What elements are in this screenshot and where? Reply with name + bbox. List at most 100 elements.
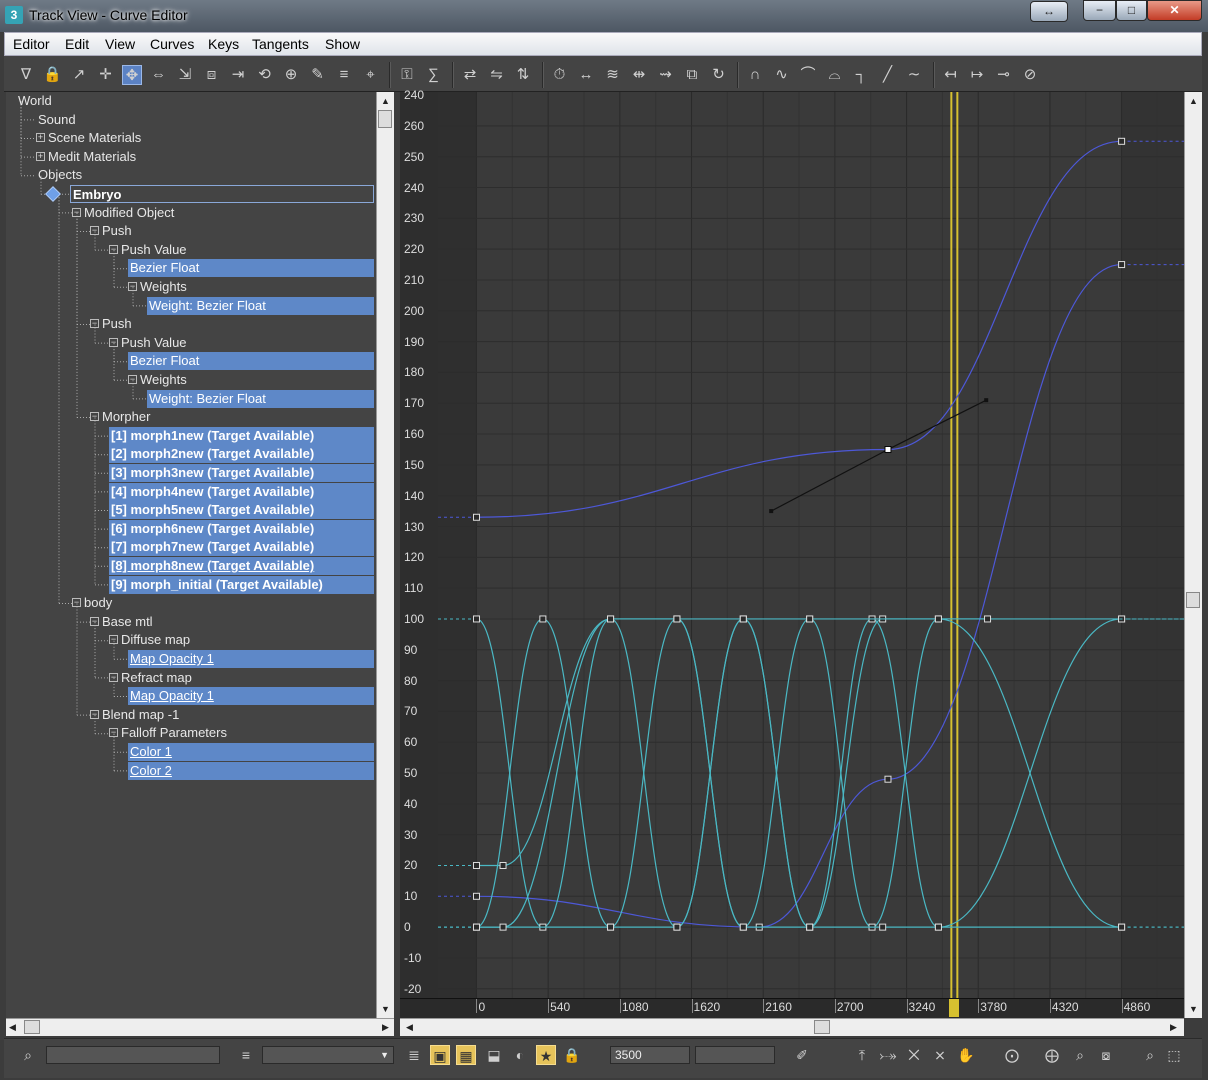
loop-icon[interactable]: ↻: [709, 65, 729, 85]
maximize-button[interactable]: □: [1116, 0, 1147, 21]
tree-item[interactable]: Weight: Bezier Float: [147, 296, 374, 315]
menu-show[interactable]: Show: [325, 36, 360, 52]
tree-item[interactable]: World: [16, 92, 52, 110]
tree-item[interactable]: Push Value: [119, 241, 187, 259]
menu-curves[interactable]: Curves: [150, 36, 194, 52]
expand-toggle-icon[interactable]: −: [72, 207, 81, 217]
pin-icon[interactable]: ★: [536, 1045, 556, 1065]
tree-item[interactable]: Weight: Bezier Float: [147, 389, 374, 408]
slide-keys-icon[interactable]: ✥: [122, 65, 142, 85]
scale-keys-icon[interactable]: ⇔: [149, 65, 169, 85]
expand-toggle-icon[interactable]: +: [36, 151, 45, 161]
tree-item[interactable]: Scene Materials: [46, 129, 141, 147]
tree-vertical-scrollbar[interactable]: ▲ ▼: [376, 92, 394, 1018]
tangent-spline-icon[interactable]: ∿: [772, 65, 792, 85]
frame-horizontal-icon[interactable]: ⤐: [878, 1045, 898, 1065]
layer-icon[interactable]: ⬓: [484, 1045, 504, 1065]
region-icon[interactable]: ⧈: [202, 65, 222, 85]
tree-item[interactable]: [7] morph7new (Target Available): [109, 538, 374, 557]
expand-toggle-icon[interactable]: −: [90, 709, 99, 719]
tangent-smooth-icon[interactable]: ∼: [904, 65, 924, 85]
tree-item[interactable]: [5] morph5new (Target Available): [109, 501, 374, 520]
time-marker[interactable]: [949, 999, 960, 1017]
retime-icon[interactable]: ⇥: [228, 65, 248, 85]
expand-toggle-icon[interactable]: −: [90, 616, 99, 626]
lock-icon[interactable]: 🔒: [43, 65, 63, 85]
tree-item[interactable]: [8] morph8new (Target Available): [109, 557, 374, 575]
tree-item[interactable]: Diffuse map: [119, 631, 190, 649]
graph-hscroll-thumb[interactable]: [814, 1020, 830, 1034]
highlight-icon[interactable]: ▣: [430, 1045, 450, 1065]
zoom-icon[interactable]: ⌕: [1070, 1045, 1090, 1065]
tree-horizontal-scrollbar[interactable]: ◀ ▶: [6, 1018, 394, 1036]
zoom-extents-icon[interactable]: ⨀: [1002, 1045, 1022, 1065]
tree-item[interactable]: Falloff Parameters: [119, 724, 227, 742]
filter-dropdown[interactable]: ▼: [262, 1046, 394, 1064]
scroll-up-icon[interactable]: ▲: [1189, 96, 1198, 106]
scroll-down-icon[interactable]: ▼: [1189, 1004, 1198, 1014]
graph-horizontal-scrollbar[interactable]: ◀ ▶: [400, 1018, 1184, 1036]
expand-toggle-icon[interactable]: −: [109, 728, 118, 738]
flip-icon[interactable]: ⇅: [513, 65, 533, 85]
tree-item[interactable]: [3] morph3new (Target Available): [109, 464, 374, 482]
select-icon[interactable]: ↗: [69, 65, 89, 85]
curve-plot[interactable]: [400, 92, 1184, 998]
mirror-icon[interactable]: ⇋: [487, 65, 507, 85]
expand-toggle-icon[interactable]: −: [109, 244, 118, 254]
tree-item[interactable]: Bezier Float: [128, 352, 374, 371]
curve-before-icon[interactable]: ↤: [941, 65, 961, 85]
zoom-region2-icon[interactable]: ⧇: [1096, 1045, 1116, 1065]
tree-item[interactable]: Modified Object: [82, 204, 174, 222]
expand-toggle-icon[interactable]: −: [128, 282, 137, 291]
key-mode-icon[interactable]: ▦: [456, 1045, 476, 1065]
lock-icon[interactable]: 🔒: [562, 1045, 582, 1065]
graph-vertical-scrollbar[interactable]: ▲ ▼: [1184, 92, 1202, 1018]
reduce-keys-icon[interactable]: ≡: [334, 65, 354, 85]
tree-item[interactable]: Map Opacity 1: [128, 687, 374, 706]
tree-item[interactable]: [6] morph6new (Target Available): [109, 519, 374, 538]
expand-toggle-icon[interactable]: −: [128, 375, 137, 384]
zoom-icon[interactable]: ⌕: [1140, 1045, 1160, 1065]
bounds-icon[interactable]: ⧉: [682, 65, 702, 85]
range-icon[interactable]: ↔: [576, 65, 596, 85]
key-filter-icon[interactable]: ✐: [792, 1045, 812, 1065]
lock-selection-icon[interactable]: ⚿: [397, 65, 417, 85]
snap-frames-icon[interactable]: ◐: [510, 1045, 530, 1065]
close-button[interactable]: ✕: [1147, 0, 1202, 21]
tree-item[interactable]: Push: [100, 222, 132, 240]
tree-item[interactable]: Base mtl: [100, 613, 153, 631]
expand-toggle-icon[interactable]: −: [109, 337, 118, 347]
curve-lock-icon[interactable]: ⊘: [1020, 65, 1040, 85]
offset-icon[interactable]: ⇝: [656, 65, 676, 85]
tree-item[interactable]: Objects: [36, 166, 82, 184]
tree-item[interactable]: Color 2: [128, 761, 374, 780]
key-stats-icon[interactable]: ∑: [424, 65, 444, 85]
zoom-values-icon[interactable]: ⨉: [904, 1045, 924, 1065]
expand-toggle-icon[interactable]: −: [90, 412, 99, 422]
filter-icon[interactable]: ∇: [16, 65, 36, 85]
expand-toggle-icon[interactable]: +: [36, 133, 45, 143]
tree-item[interactable]: Map Opacity 1: [128, 650, 374, 668]
menu-editor[interactable]: Editor: [13, 36, 50, 52]
menu-tangents[interactable]: Tangents: [252, 36, 309, 52]
expand-toggle-icon[interactable]: −: [72, 598, 81, 608]
tree-item[interactable]: [4] morph4new (Target Available): [109, 482, 374, 501]
scroll-right-icon[interactable]: ▶: [382, 1022, 389, 1033]
curve-handle-icon[interactable]: ⊸: [994, 65, 1014, 85]
tangent-slow-icon[interactable]: ⌓: [825, 65, 845, 85]
minimize-button[interactable]: −: [1083, 0, 1116, 21]
value-field[interactable]: [695, 1046, 775, 1064]
expand-window-button[interactable]: ↔: [1030, 1, 1068, 22]
menu-view[interactable]: View: [105, 36, 135, 52]
tree-item[interactable]: Color 1: [128, 743, 374, 761]
tree-item[interactable]: Blend map -1: [100, 706, 179, 724]
ease-icon[interactable]: ≋: [603, 65, 623, 85]
expand-toggle-icon[interactable]: −: [109, 672, 118, 682]
tree-item[interactable]: Push: [100, 315, 132, 333]
tree-item[interactable]: Bezier Float: [128, 259, 374, 278]
filter-list-icon[interactable]: ≡: [236, 1045, 256, 1065]
draw-curves-icon[interactable]: ✎: [308, 65, 328, 85]
menu-edit[interactable]: Edit: [65, 36, 89, 52]
stretch-icon[interactable]: ⇹: [629, 65, 649, 85]
tree-item[interactable]: body: [82, 594, 112, 612]
